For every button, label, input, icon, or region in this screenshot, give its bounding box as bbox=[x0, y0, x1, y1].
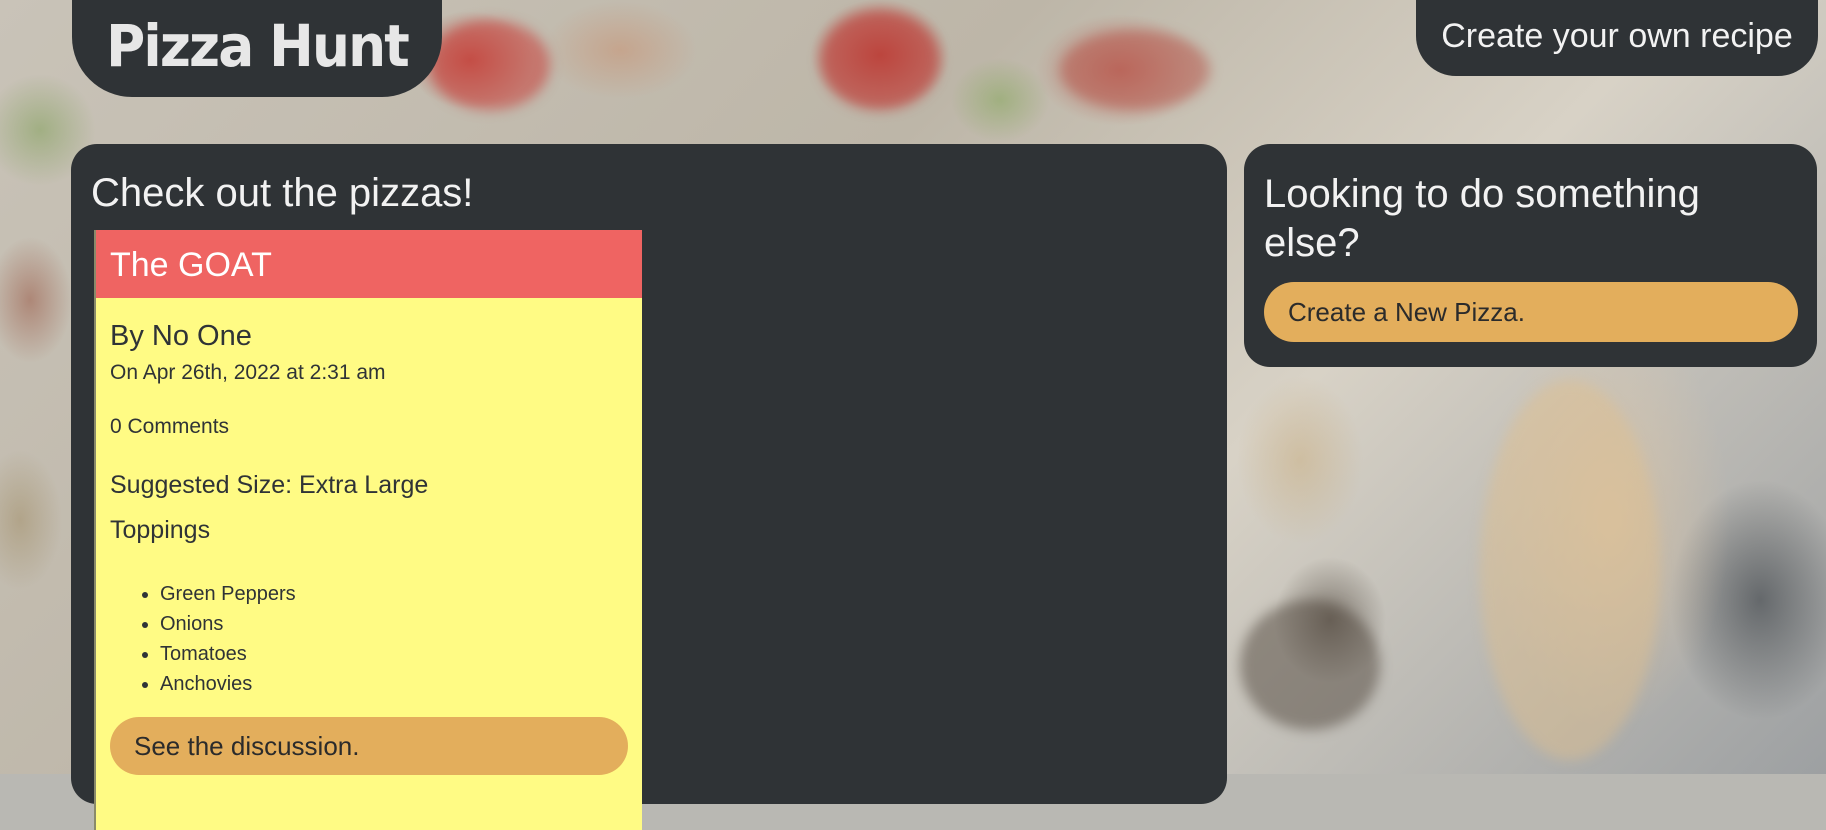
sidebar-panel: Looking to do something else? Create a N… bbox=[1244, 144, 1817, 367]
site-logo[interactable]: Pizza Hunt bbox=[72, 0, 442, 97]
pizza-suggested-size: Suggested Size: Extra Large bbox=[110, 471, 429, 499]
pizza-card-body: By No One On Apr 26th, 2022 at 2:31 am 0… bbox=[96, 320, 642, 775]
pizza-comment-count: 0 Comments bbox=[110, 415, 230, 438]
create-recipe-link[interactable]: Create your own recipe bbox=[1416, 0, 1818, 76]
topping-item: Green Peppers bbox=[160, 579, 628, 609]
logo-text: Pizza Hunt bbox=[106, 11, 410, 80]
pizza-list-title: Check out the pizzas! bbox=[91, 171, 474, 215]
toppings-heading: Toppings bbox=[110, 516, 211, 544]
topping-item: Onions bbox=[160, 609, 628, 639]
pizza-list-panel: Check out the pizzas! The GOAT By No One… bbox=[71, 144, 1227, 830]
pizza-card: The GOAT By No One On Apr 26th, 2022 at … bbox=[94, 230, 642, 830]
pizza-author: By No One bbox=[110, 320, 252, 352]
pizza-date: On Apr 26th, 2022 at 2:31 am bbox=[110, 361, 386, 384]
pizza-name: The GOAT bbox=[96, 230, 642, 298]
topping-item: Tomatoes bbox=[160, 639, 628, 669]
topping-item: Anchovies bbox=[160, 669, 628, 699]
sidebar-title: Looking to do something else? bbox=[1264, 172, 1700, 265]
create-new-pizza-button[interactable]: Create a New Pizza. bbox=[1264, 282, 1798, 342]
toppings-list: Green Peppers Onions Tomatoes Anchovies bbox=[110, 579, 628, 699]
see-discussion-button[interactable]: See the discussion. bbox=[110, 717, 628, 775]
